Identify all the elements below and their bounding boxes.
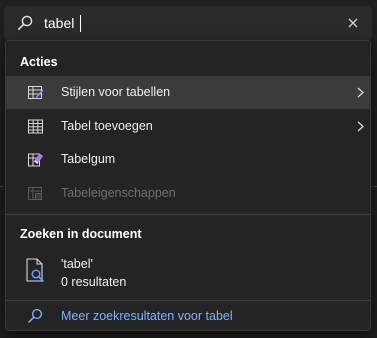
result-count: 0 resultaten: [61, 275, 127, 289]
action-item-table-eraser[interactable]: Tabelgum: [6, 143, 370, 176]
section-title-document-search: Zoeken in document: [20, 227, 142, 241]
close-icon[interactable]: [347, 17, 359, 29]
document-search-icon: [26, 258, 44, 282]
result-query: 'tabel': [61, 257, 93, 271]
section-divider: [6, 214, 370, 215]
table-styles-icon: [28, 86, 44, 99]
search-icon: [17, 15, 33, 30]
table-eraser-icon: [28, 153, 43, 167]
action-item-add-table[interactable]: Tabel toevoegen: [6, 110, 370, 143]
action-label: Tabeleigenschappen: [61, 186, 176, 200]
table-properties-icon: [28, 187, 42, 200]
chevron-right-icon: [357, 121, 364, 132]
action-item-table-styles[interactable]: Stijlen voor tabellen: [6, 76, 370, 109]
action-label: Tabelgum: [61, 152, 116, 166]
more-results-link[interactable]: Meer zoekresultaten voor tabel: [6, 301, 370, 330]
search-box[interactable]: [4, 6, 372, 40]
search-results-dropdown: Acties Stijlen voor tabellen Tabel toevo…: [5, 40, 371, 331]
document-search-result[interactable]: 'tabel' 0 resultaten: [6, 249, 370, 295]
action-item-table-properties: Tabeleigenschappen: [6, 177, 370, 210]
section-title-actions: Acties: [20, 55, 58, 69]
search-icon: [28, 308, 43, 323]
action-label: Tabel toevoegen: [61, 119, 153, 133]
table-grid-icon: [28, 119, 43, 134]
action-label: Stijlen voor tabellen: [61, 85, 171, 99]
text-caret: [80, 15, 81, 32]
chevron-right-icon: [357, 87, 364, 98]
search-input[interactable]: [44, 13, 324, 33]
more-results-label: Meer zoekresultaten voor tabel: [61, 309, 233, 323]
